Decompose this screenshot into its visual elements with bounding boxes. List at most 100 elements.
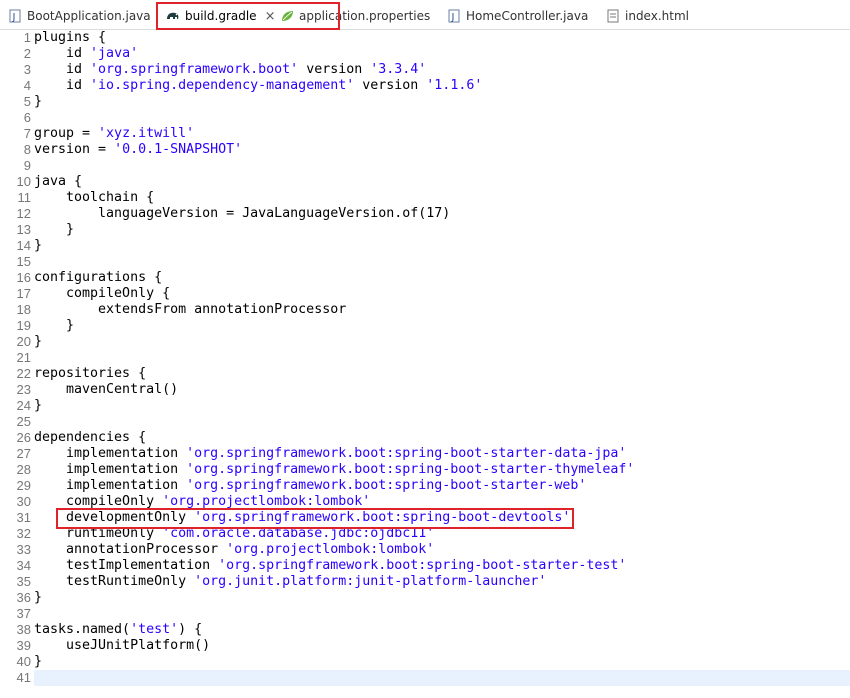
code-token: } [34,334,43,349]
code-token: id [34,46,91,61]
line-number: 35 [16,574,31,589]
line-number: 19 [16,318,31,333]
line-number: 2 [23,46,31,61]
string-token: 'org.projectlombok:lombok' [226,542,435,557]
code-line[interactable] [34,350,850,366]
line-number: 16 [16,270,31,285]
close-icon[interactable]: × [265,9,276,24]
code-line[interactable]: } [34,398,850,414]
string-token: '3.3.4' [370,62,427,77]
line-number: 31 [16,510,31,525]
code-token: developmentOnly [34,510,195,525]
code-line[interactable]: compileOnly 'org.projectlombok:lombok' [34,494,850,510]
code-line[interactable]: group = 'xyz.itwill' [34,126,850,142]
code-line[interactable]: } [34,222,850,238]
code-line[interactable]: testRuntimeOnly 'org.junit.platform:juni… [34,574,850,590]
tab-label: build.gradle [185,9,257,23]
code-editor[interactable]: 1 2 3 4 5 6 7 8 9 10 11 12 13 14 15 16 17 18 19 20 21 22 23 24 2… [0,30,850,698]
code-line[interactable]: extendsFrom annotationProcessor [34,302,850,318]
line-number: 25 [16,414,31,429]
code-line[interactable]: } [34,318,850,334]
string-token: 'test' [130,622,179,637]
code-line[interactable]: id 'java' [34,46,850,62]
line-number: 24 [16,398,31,413]
code-line[interactable]: mavenCentral() [34,382,850,398]
code-line[interactable]: java { [34,174,850,190]
line-number: 1 [23,30,31,45]
code-line[interactable]: } [34,94,850,110]
code-line[interactable]: implementation 'org.springframework.boot… [34,446,850,462]
code-token: } [34,238,43,253]
code-line[interactable] [34,158,850,174]
code-token: } [34,398,43,413]
spring-leaf-icon [282,11,293,21]
code-line[interactable]: } [34,334,850,350]
code-line[interactable]: toolchain { [34,190,850,206]
code-line[interactable] [34,254,850,270]
line-number: 30 [16,494,31,509]
tab-boot-application[interactable]: J BootApplication.java [8,4,151,28]
svg-text:J: J [451,12,455,23]
line-number: 17 [16,286,31,301]
code-line[interactable]: testImplementation 'org.springframework.… [34,558,850,574]
code-token: tasks.named( [34,622,131,637]
code-line[interactable]: annotationProcessor 'org.projectlombok:l… [34,542,850,558]
code-line[interactable] [34,606,850,622]
code-line[interactable]: id 'io.spring.dependency-management' ver… [34,78,850,94]
code-token: group = [34,126,99,141]
code-line[interactable]: developmentOnly 'org.springframework.boo… [34,510,850,526]
code-token: useJUnitPlatform() [34,638,211,653]
line-number: 40 [16,654,31,669]
string-token: 'io.spring.dependency-management' [90,78,355,93]
line-number: 18 [16,302,31,317]
tab-home-controller[interactable]: J HomeController.java [447,4,588,28]
tab-build-gradle[interactable]: build.gradle × [166,4,275,28]
code-token: id [34,62,91,77]
line-number: 12 [16,206,31,221]
code-token: repositories { [34,366,147,381]
string-token: 'org.junit.platform:junit-platform-launc… [194,574,547,589]
code-line[interactable]: implementation 'org.springframework.boot… [34,478,850,494]
code-line[interactable]: } [34,238,850,254]
code-line[interactable]: } [34,590,850,606]
code-line[interactable]: languageVersion = JavaLanguageVersion.of… [34,206,850,222]
line-number: 7 [23,126,31,141]
code-token: } [34,222,75,237]
code-line[interactable]: implementation 'org.springframework.boot… [34,462,850,478]
code-token: testRuntimeOnly [34,574,195,589]
line-number: 33 [16,542,31,557]
code-token: version [298,62,371,77]
code-line[interactable]: tasks.named('test') { [34,622,850,638]
code-token: dependencies { [34,430,147,445]
code-line[interactable] [34,414,850,430]
code-token: annotationProcessor [34,542,227,557]
code-line[interactable]: dependencies { [34,430,850,446]
code-line[interactable]: repositories { [34,366,850,382]
tab-index-html[interactable]: index.html [606,4,689,28]
code-line[interactable] [34,670,850,686]
tab-application-properties[interactable]: application.properties [280,4,430,28]
code-line[interactable]: version = '0.0.1-SNAPSHOT' [34,142,850,158]
code-line[interactable]: id 'org.springframework.boot' version '3… [34,62,850,78]
code-token: implementation [34,446,187,461]
line-number: 14 [16,238,31,253]
code-token: extendsFrom annotationProcessor [34,302,347,317]
string-token: 'org.springframework.boot' [90,62,299,77]
string-token: 'java' [90,46,139,61]
code-token: id [34,78,91,93]
line-number: 34 [16,558,31,573]
string-token: 'com.oracle.database.jdbc:ojdbc11' [162,526,435,541]
code-token: ) { [178,622,203,637]
code-line[interactable]: configurations { [34,270,850,286]
code-line[interactable] [34,110,850,126]
code-line[interactable]: runtimeOnly 'com.oracle.database.jdbc:oj… [34,526,850,542]
code-line[interactable]: } [34,654,850,670]
code-line[interactable]: plugins { [34,30,850,46]
line-number: 10 [16,174,31,189]
code-line[interactable]: useJUnitPlatform() [34,638,850,654]
line-number: 23 [16,382,31,397]
line-number: 41 [16,670,31,685]
code-token: testImplementation [34,558,219,573]
code-line[interactable]: compileOnly { [34,286,850,302]
code-token: compileOnly [34,494,163,509]
